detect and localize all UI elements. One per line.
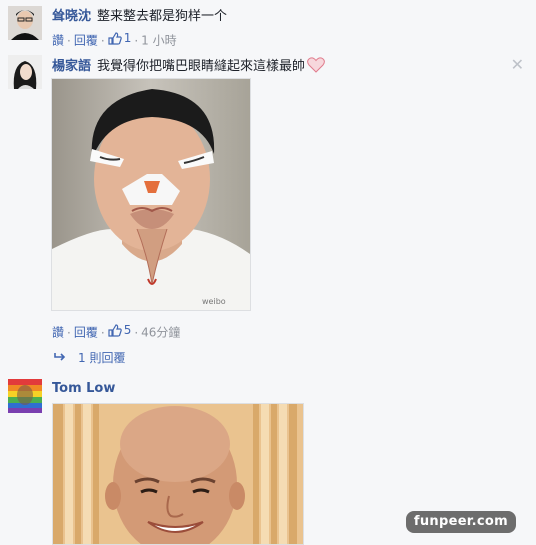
reply-arrow-icon (54, 351, 66, 365)
comment-author[interactable]: 耸晓沈 (52, 9, 91, 24)
comment-author[interactable]: Tom Low (52, 381, 115, 396)
comment-photo[interactable]: weibo (51, 78, 251, 311)
thumbs-up-icon (108, 31, 122, 45)
timestamp[interactable]: 1 小時 (141, 34, 176, 48)
avatar[interactable] (8, 55, 42, 89)
photo-caption: weibo (202, 297, 226, 306)
watermark: funpeer.com (405, 511, 516, 533)
comment-text: 整来整去都是狗样一个 (97, 9, 228, 24)
timestamp[interactable]: 46分鐘 (141, 326, 180, 340)
like-count[interactable]: 1 (108, 30, 131, 46)
like-link[interactable]: 讚 (52, 326, 64, 340)
comment-author[interactable]: 楊家語 (52, 59, 91, 74)
view-replies[interactable]: 1 則回覆 (54, 349, 125, 366)
close-icon[interactable]: ✕ (511, 55, 524, 74)
reply-link[interactable]: 回覆 (74, 326, 98, 340)
reply-link[interactable]: 回覆 (74, 34, 98, 48)
like-link[interactable]: 讚 (52, 34, 64, 48)
avatar[interactable] (8, 6, 42, 40)
heart-icon (307, 57, 325, 73)
comment-text: 我覺得你把嘴巴眼睛縫起來這樣最帥 (97, 59, 306, 74)
comment-photo[interactable] (52, 403, 304, 545)
like-count[interactable]: 5 (108, 322, 131, 338)
thumbs-up-icon (108, 323, 122, 337)
avatar[interactable] (8, 379, 42, 413)
